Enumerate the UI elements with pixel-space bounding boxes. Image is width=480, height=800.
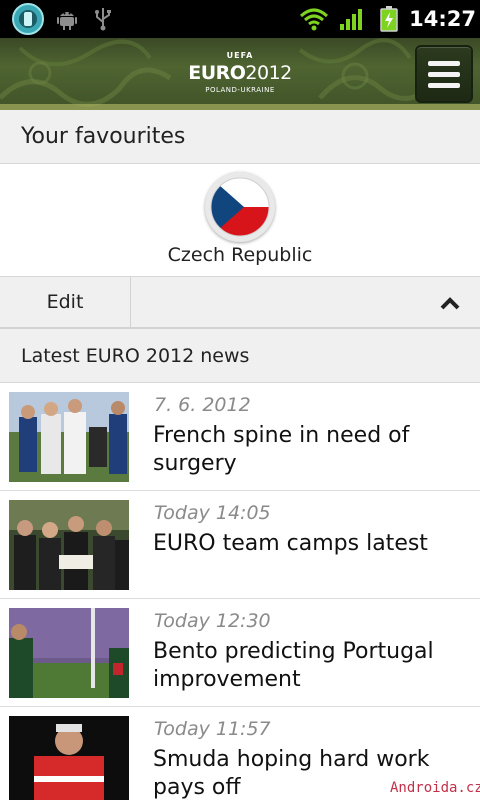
news-thumbnail [9,608,129,698]
news-item[interactable]: 7. 6. 2012 French spine in need of surge… [0,383,480,491]
euro-2012-logo: UEFA EURO2012 POLAND-UKRAINE [170,44,310,104]
edit-button[interactable]: Edit [0,277,131,328]
news-item[interactable]: Today 12:30 Bento predicting Portugal im… [0,599,480,707]
favourites-toolbar: Edit [0,276,480,329]
usb-icon [92,0,114,38]
wifi-icon [298,0,330,38]
android-debug-icon [54,0,80,38]
news-heading: Latest EURO 2012 news [21,345,250,367]
signal-icon [338,0,366,38]
news-date: Today 11:57 [154,718,271,740]
chevron-up-icon [440,296,460,309]
news-date: Today 12:30 [154,610,271,632]
news-headline: Bento predicting Portugal improvement [153,639,434,692]
news-headline: EURO team camps latest [153,531,428,556]
collapse-button[interactable] [420,277,480,328]
menu-button[interactable] [415,45,473,103]
battery-charging-icon [378,0,400,38]
news-date: 7. 6. 2012 [154,394,251,416]
favourite-team-label: Czech Republic [167,244,313,266]
news-item[interactable]: Today 14:05 EURO team camps latest [0,491,480,599]
watermark: Androida.cz [390,780,480,796]
czech-flag-icon [210,177,270,237]
news-headline: French spine in need of surgery [153,423,410,476]
news-thumbnail [9,392,129,482]
hamburger-menu-icon [428,60,460,66]
app-header: UEFA EURO2012 POLAND-UKRAINE [0,38,480,110]
favourites-list: Czech Republic [0,164,480,276]
logo-uefa: UEFA [226,51,254,60]
logo-title-year: 2012 [245,62,292,84]
favourites-section-header: Your favourites [0,110,480,164]
logo-subtitle: POLAND-UKRAINE [205,86,275,94]
news-section-header: Latest EURO 2012 news [0,329,480,383]
status-bar: 14:27 [0,0,480,38]
news-thumbnail [9,716,129,800]
status-time: 14:27 [409,7,476,31]
logo-title-main: EURO [188,62,246,84]
logo-title: EURO2012 [170,62,310,84]
favourite-team-czech-republic[interactable] [205,172,275,242]
news-thumbnail [9,500,129,590]
news-date: Today 14:05 [154,502,271,524]
app-notification-icon[interactable] [10,0,46,38]
news-list: 7. 6. 2012 French spine in need of surge… [0,383,480,800]
favourites-heading: Your favourites [21,124,186,149]
